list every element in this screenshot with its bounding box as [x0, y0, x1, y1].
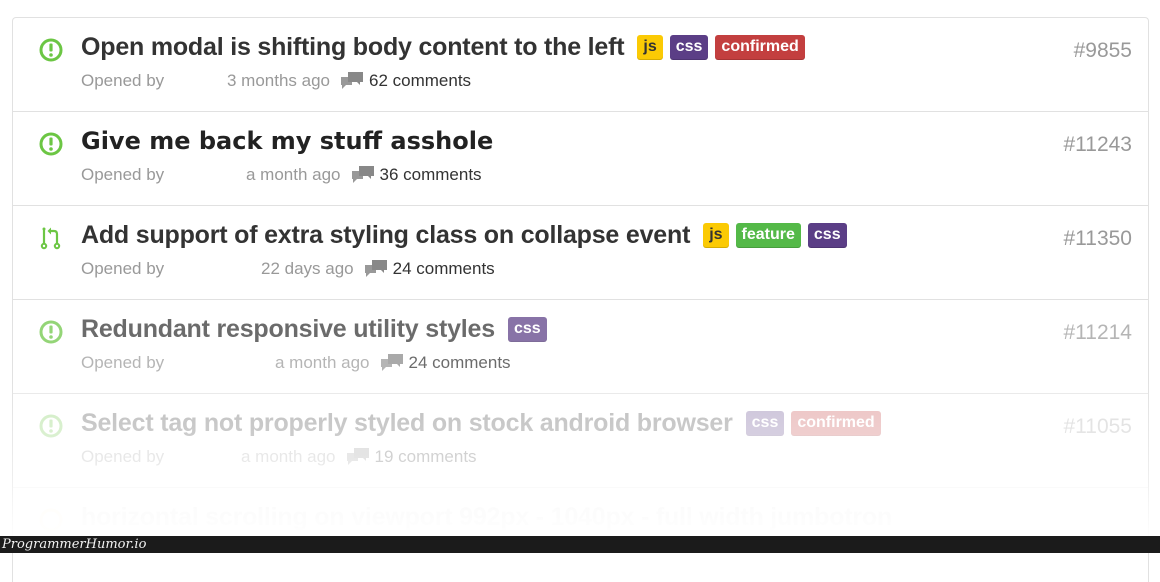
pull-request-icon: [40, 227, 61, 250]
comments-icon: [346, 448, 369, 465]
label-js[interactable]: js: [637, 35, 663, 60]
label-js[interactable]: js: [703, 223, 729, 248]
comments-count-link[interactable]: 36 comments: [380, 165, 482, 185]
issue-number: #11055: [1063, 415, 1132, 438]
issue-opened-icon: [39, 508, 63, 532]
issue-number: #9855: [1073, 39, 1132, 62]
issue-opened-icon: [39, 38, 63, 62]
comments-icon: [364, 260, 387, 277]
comments-count-link[interactable]: 24 comments: [409, 353, 511, 373]
opened-by-text: Opened by: [81, 259, 165, 278]
opened-by-text: Opened by: [81, 447, 165, 466]
issue-title-link[interactable]: Open modal is shifting body content to t…: [81, 33, 625, 62]
issue-opened-icon: [39, 132, 63, 156]
time-ago[interactable]: a month ago: [275, 353, 370, 373]
label-confirmed[interactable]: confirmed: [791, 411, 881, 436]
issue-opened-icon: [39, 320, 63, 344]
issue-title-link[interactable]: Redundant responsive utility styles: [81, 315, 495, 344]
label-css[interactable]: css: [507, 317, 547, 342]
issue-number: #11350: [1063, 227, 1132, 250]
time-ago[interactable]: 22 days ago: [261, 259, 354, 279]
watermark-bar: ProgrammerHumor.io: [0, 536, 1160, 553]
opened-by-text: Opened by: [81, 165, 165, 184]
issue-row[interactable]: Open modal is shifting body content to t…: [13, 18, 1148, 112]
issue-row[interactable]: Redundant responsive utility styles css …: [13, 300, 1148, 394]
time-ago[interactable]: 3 months ago: [227, 71, 330, 91]
issue-title-link[interactable]: horizontal scrolling on viewport 992px -…: [81, 503, 892, 532]
issue-number: #11243: [1063, 133, 1132, 156]
label-confirmed[interactable]: confirmed: [715, 35, 805, 60]
comments-icon: [380, 354, 403, 371]
watermark-text: ProgrammerHumor.io: [2, 537, 147, 552]
issue-title-link[interactable]: Select tag not properly styled on stock …: [81, 409, 733, 438]
label-feature[interactable]: feature: [735, 223, 801, 248]
issue-row[interactable]: horizontal scrolling on viewport 992px -…: [13, 488, 1148, 582]
comments-icon: [351, 166, 374, 183]
issue-row[interactable]: Give me back my stuff asshole Opened by …: [13, 112, 1148, 206]
time-ago[interactable]: a month ago: [241, 447, 336, 467]
issue-opened-icon: [39, 414, 63, 438]
issue-title-link[interactable]: Give me back my stuff asshole: [81, 127, 493, 155]
comments-count-link[interactable]: 19 comments: [375, 447, 477, 467]
time-ago[interactable]: a month ago: [246, 165, 341, 185]
issue-number: #11214: [1063, 321, 1132, 344]
comments-count-link[interactable]: 24 comments: [393, 259, 495, 279]
label-css[interactable]: css: [745, 411, 785, 436]
issue-list: Open modal is shifting body content to t…: [12, 17, 1149, 582]
comments-count-link[interactable]: 62 comments: [369, 71, 471, 91]
opened-by-text: Opened by: [81, 71, 165, 90]
issue-row[interactable]: Add support of extra styling class on co…: [13, 206, 1148, 300]
label-css[interactable]: css: [669, 35, 709, 60]
issue-row[interactable]: Select tag not properly styled on stock …: [13, 394, 1148, 488]
comments-icon: [341, 72, 364, 89]
issue-title-link[interactable]: Add support of extra styling class on co…: [81, 221, 690, 250]
opened-by-text: Opened by: [81, 353, 165, 372]
label-css[interactable]: css: [807, 223, 847, 248]
